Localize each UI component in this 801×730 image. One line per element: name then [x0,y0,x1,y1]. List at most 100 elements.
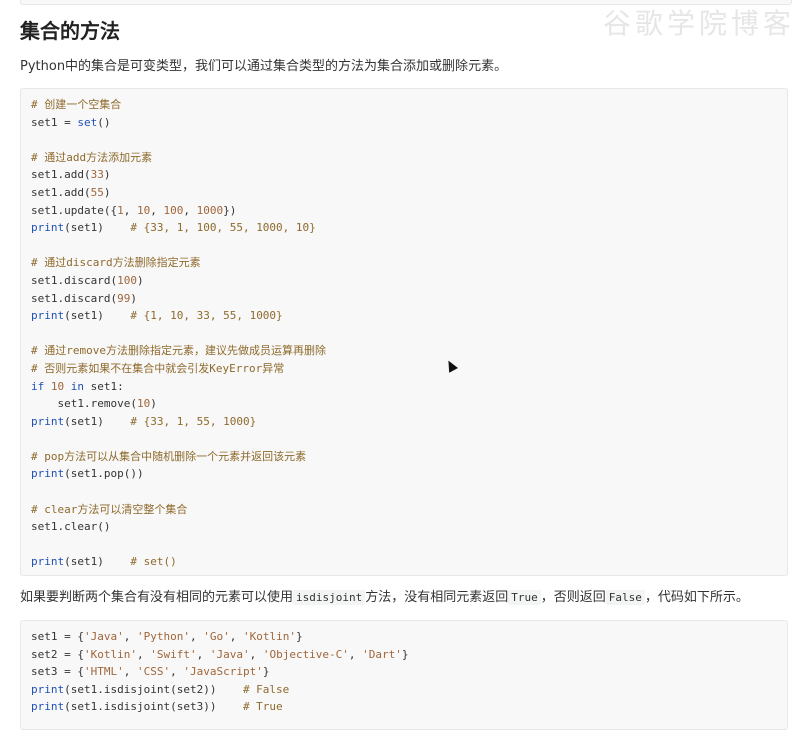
inline-code-false: False [605,590,645,605]
code-token: 'Dart' [362,647,402,661]
code-line: set1.discard(99) [31,290,777,308]
code-token: ) [150,397,157,411]
code-token: set1.discard( [31,273,118,287]
code-line: set1.clear() [31,518,777,536]
code-token: print [31,309,65,323]
code-token: 99 [117,291,131,305]
code-token: , [123,665,137,679]
code-line: set3 = {'HTML', 'CSS', 'JavaScript'} [31,663,777,681]
code-token: , [123,203,137,217]
disjoint-text-mid2: ，否则返回 [540,590,606,605]
code-token: , [348,647,363,661]
section-heading: 集合的方法 [20,19,120,43]
code-token: 10 [50,379,65,393]
code-token: # 通过add方法添加元素 [31,150,153,164]
inline-code-true: True [508,590,541,605]
code-line: set1.add(55) [31,184,777,202]
code-token: 100 [163,203,184,217]
code-token: print [31,555,65,569]
code-token: 'Objective-C' [262,647,349,661]
code-token: ) [130,291,137,305]
code-token: set1.add( [31,185,91,199]
inline-code-isdisjoint: isdisjoint [293,590,366,605]
code-line: set1.update({1, 10, 100, 1000}) [31,202,777,220]
code-token: 'Java' [209,647,250,661]
code-token: # 创建一个空集合 [31,98,122,111]
code-token: set1 = [31,115,78,129]
code-token: (set1.isdisjoint(set2)) [64,682,243,696]
code-token: # 否则元素如果不在集合中就会引发KeyError异常 [31,361,285,375]
code-token: 'HTML' [83,665,124,679]
code-token: set1 = { [31,630,84,643]
code-token: () [97,115,111,129]
code-line: # 通过remove方法删除指定元素，建议先做成员运算再删除 [31,342,777,360]
code-token: 'Kotlin' [83,647,137,661]
code-token: , [170,665,184,679]
code-token: print [31,700,65,714]
code-line: set1.add(33) [31,166,777,184]
code-token: set1.discard( [31,291,118,305]
code-line: print(set1) # {1, 10, 33, 55, 1000} [31,307,777,325]
code-token: # pop方法可以从集合中随机删除一个元素并返回该元素 [31,449,307,463]
code-token: 'Go' [203,630,230,643]
code-token: if [31,379,45,393]
disjoint-paragraph: 如果要判断两个集合有没有相同的元素可以使用 isdisjoint 方法，没有相同元素… [20,589,749,607]
code-token: set1.remove( [31,397,137,411]
code-line: print(set1.isdisjoint(set3)) # True [31,698,777,716]
code-token: # True [242,700,283,714]
code-line: print(set1) # set() [31,553,777,571]
code-line: set1 = set() [31,114,777,132]
code-token: ) [136,273,144,287]
code-token: 55 [90,185,104,199]
disjoint-text-after: ，代码如下所示。 [644,590,749,605]
code-token: # 通过discard方法删除指定元素 [31,256,201,270]
code-token: } [401,647,409,661]
code-token: (set1) [64,555,131,569]
code-token: 'CSS' [136,665,171,679]
code-line: print(set1.pop()) [31,465,777,483]
intro-paragraph: Python中的集合是可变类型，我们可以通过集合类型的方法为集合添加或删除元素。 [20,59,508,74]
code-token: ) [103,185,111,199]
code-token: , [150,203,164,217]
code-token: }) [223,203,237,217]
code-token: 10 [136,203,151,217]
code-line: # pop方法可以从集合中随机删除一个元素并返回该元素 [31,448,777,466]
code-token: # {1, 10, 33, 55, 1000} [130,309,283,323]
code-line: # 创建一个空集合 [31,96,777,114]
code-token: 'JavaScript' [183,665,263,679]
code-token: , [136,647,151,661]
code-token: } [262,665,270,679]
code-token: 'Java' [83,630,124,643]
code-token: # 通过remove方法删除指定元素，建议先做成员运算再删除 [31,344,326,358]
code-token: 10 [136,397,151,411]
code-token: 100 [117,273,137,287]
code-line: set2 = {'Kotlin', 'Swift', 'Java', 'Obje… [31,646,777,664]
watermark: 谷歌学院博客 [602,7,795,40]
code-token: , [229,630,243,643]
code-line: print(set1.isdisjoint(set2)) # False [31,681,777,699]
code-line: print(set1) # {33, 1, 100, 55, 1000, 10} [31,219,777,237]
code-line: # clear方法可以清空整个集合 [31,501,777,519]
code-token: 1 [117,203,124,217]
code-block-isdisjoint[interactable]: set1 = {'Java', 'Python', 'Go', 'Kotlin'… [20,620,788,730]
code-token: print [31,467,65,481]
code-token: print [31,221,65,235]
code-token: in [70,379,84,393]
code-token: , [123,630,137,643]
code-token: , [189,630,204,643]
code-token: # {33, 1, 100, 55, 1000, 10} [130,221,316,235]
code-token: 'Kotlin' [242,630,296,643]
code-token: set [77,115,98,129]
code-line: # 通过discard方法删除指定元素 [31,254,777,272]
disjoint-text-before: 如果要判断两个集合有没有相同的元素可以使用 [20,590,294,605]
code-token: # {33, 1, 55, 1000} [130,414,257,428]
code-token: , [196,647,210,661]
code-token: set2 = { [31,647,84,661]
code-block-set-methods[interactable]: # 创建一个空集合 set1 = set() # 通过add方法添加元素 set1.… [20,88,788,576]
